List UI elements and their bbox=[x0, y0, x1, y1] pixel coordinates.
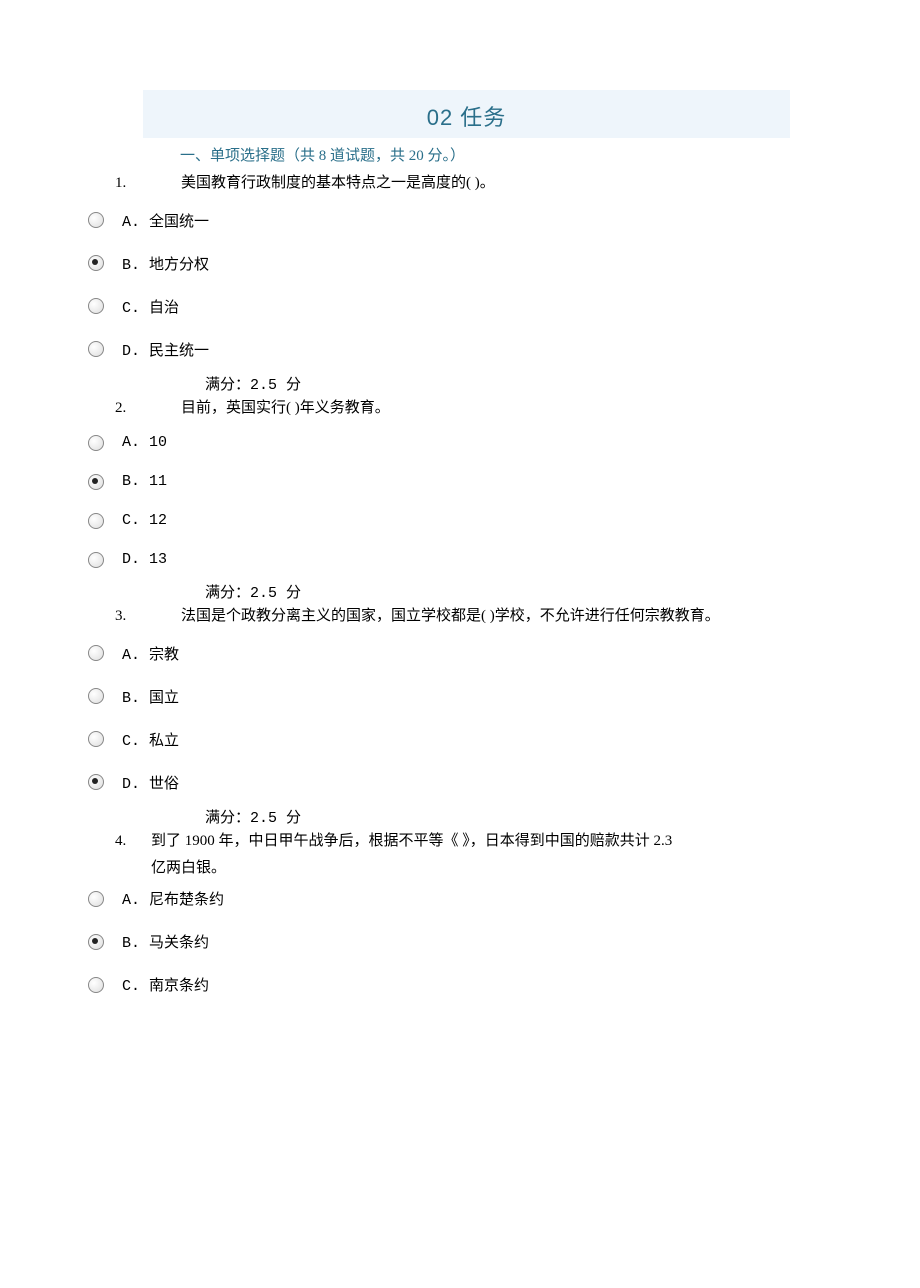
question-number: 1. bbox=[115, 171, 151, 197]
option-label: C. 南京条约 bbox=[122, 974, 209, 995]
question-text-line2: 亿两白银。 bbox=[0, 856, 920, 877]
option-label: C. 12 bbox=[122, 512, 167, 529]
question-text: 美国教育行政制度的基本特点之一是高度的( )。 bbox=[181, 175, 495, 191]
radio-unselected-icon[interactable] bbox=[88, 341, 104, 357]
question-1: 1. 美国教育行政制度的基本特点之一是高度的( )。 bbox=[0, 169, 920, 199]
question-4: 4.到了 1900 年，中日甲午战争后，根据不平等《 》，日本得到中国的赔款共计… bbox=[0, 827, 920, 857]
radio-unselected-icon[interactable] bbox=[88, 212, 104, 228]
option-label: A. 宗教 bbox=[122, 643, 179, 664]
radio-unselected-icon[interactable] bbox=[88, 513, 104, 529]
option-row[interactable]: C. 自治 bbox=[0, 285, 920, 328]
radio-unselected-icon[interactable] bbox=[88, 645, 104, 661]
radio-selected-icon[interactable] bbox=[88, 474, 104, 490]
radio-unselected-icon[interactable] bbox=[88, 977, 104, 993]
option-row[interactable]: D. 民主统一 bbox=[0, 328, 920, 371]
question-2: 2. 目前，英国实行( )年义务教育。 bbox=[0, 394, 920, 424]
option-label: A. 10 bbox=[122, 434, 167, 451]
page-title: 02 任务 bbox=[143, 90, 790, 138]
option-label: D. 世俗 bbox=[122, 772, 179, 793]
radio-selected-icon[interactable] bbox=[88, 774, 104, 790]
question-text: 目前，英国实行( )年义务教育。 bbox=[181, 400, 390, 416]
option-row[interactable]: A. 全国统一 bbox=[0, 199, 920, 242]
score-label: 满分：2.5 分 bbox=[0, 804, 920, 827]
option-label: C. 私立 bbox=[122, 729, 179, 750]
radio-unselected-icon[interactable] bbox=[88, 552, 104, 568]
option-row[interactable]: B. 11 bbox=[0, 462, 920, 501]
question-number: 4. bbox=[115, 829, 151, 855]
option-row[interactable]: A. 尼布楚条约 bbox=[0, 877, 920, 920]
radio-unselected-icon[interactable] bbox=[88, 688, 104, 704]
option-row[interactable]: D. 13 bbox=[0, 540, 920, 579]
score-label: 满分：2.5 分 bbox=[0, 579, 920, 602]
option-label: D. 民主统一 bbox=[122, 339, 209, 360]
option-row[interactable]: B. 国立 bbox=[0, 675, 920, 718]
question-text: 法国是个政教分离主义的国家，国立学校都是( )学校，不允许进行任何宗教教育。 bbox=[181, 608, 720, 624]
option-row[interactable]: C. 12 bbox=[0, 501, 920, 540]
radio-unselected-icon[interactable] bbox=[88, 435, 104, 451]
option-row[interactable]: C. 私立 bbox=[0, 718, 920, 761]
score-label: 满分：2.5 分 bbox=[0, 371, 920, 394]
option-label: B. 11 bbox=[122, 473, 167, 490]
question-number: 2. bbox=[115, 396, 151, 422]
option-row[interactable]: D. 世俗 bbox=[0, 761, 920, 804]
option-row[interactable]: B. 地方分权 bbox=[0, 242, 920, 285]
radio-unselected-icon[interactable] bbox=[88, 891, 104, 907]
option-row[interactable]: B. 马关条约 bbox=[0, 920, 920, 963]
question-number: 3. bbox=[115, 604, 151, 630]
option-row[interactable]: A. 10 bbox=[0, 423, 920, 462]
option-label: D. 13 bbox=[122, 551, 167, 568]
radio-selected-icon[interactable] bbox=[88, 934, 104, 950]
radio-unselected-icon[interactable] bbox=[88, 298, 104, 314]
option-row[interactable]: C. 南京条约 bbox=[0, 963, 920, 1006]
option-label: C. 自治 bbox=[122, 296, 179, 317]
option-label: A. 尼布楚条约 bbox=[122, 888, 224, 909]
radio-selected-icon[interactable] bbox=[88, 255, 104, 271]
option-label: B. 国立 bbox=[122, 686, 179, 707]
title-text: 02 任务 bbox=[427, 105, 507, 130]
radio-unselected-icon[interactable] bbox=[88, 731, 104, 747]
option-label: B. 马关条约 bbox=[122, 931, 209, 952]
option-row[interactable]: A. 宗教 bbox=[0, 632, 920, 675]
option-label: A. 全国统一 bbox=[122, 210, 209, 231]
question-3: 3. 法国是个政教分离主义的国家，国立学校都是( )学校，不允许进行任何宗教教育。 bbox=[0, 602, 920, 632]
option-label: B. 地方分权 bbox=[122, 253, 209, 274]
question-text-line1: 到了 1900 年，中日甲午战争后，根据不平等《 》，日本得到中国的赔款共计 2… bbox=[151, 833, 672, 849]
section-heading: 一、单项选择题（共 8 道试题，共 20 分。） bbox=[0, 138, 920, 169]
